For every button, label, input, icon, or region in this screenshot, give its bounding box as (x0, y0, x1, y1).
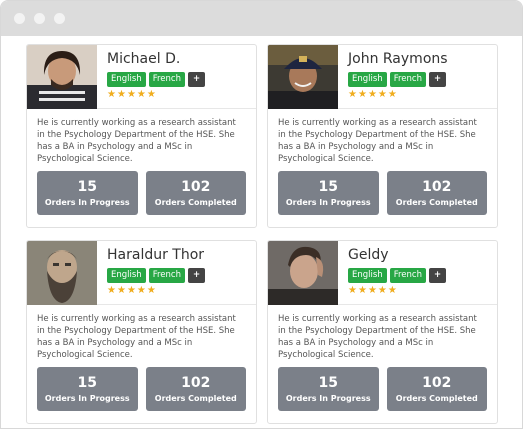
profile-header: Haraldur Thor English French + ★ ★ ★ ★ ★ (27, 241, 256, 305)
profile-name[interactable]: John Raymons (348, 51, 448, 68)
stat-value: 15 (318, 375, 338, 391)
star-icon: ★ (387, 285, 397, 296)
avatar[interactable] (268, 241, 338, 305)
more-languages-button[interactable]: + (428, 72, 447, 87)
profile-name[interactable]: Geldy (348, 247, 446, 264)
stat-label: Orders Completed (154, 198, 237, 207)
language-tags: English French + (348, 72, 448, 87)
stat-value: 102 (422, 179, 452, 195)
star-icon: ★ (377, 285, 387, 296)
profile-stats: 15 Orders In Progress 102 Orders Complet… (268, 165, 497, 215)
stat-value: 15 (77, 179, 97, 195)
avatar-photo (27, 241, 97, 305)
rating-stars: ★ ★ ★ ★ ★ (107, 90, 205, 100)
avatar-photo (27, 45, 97, 109)
language-tag[interactable]: English (107, 72, 146, 87)
stat-label: Orders In Progress (44, 394, 130, 403)
stat-value: 102 (181, 375, 211, 391)
window-control-dot[interactable] (34, 13, 45, 24)
star-icon: ★ (348, 89, 357, 100)
profile-description: He is currently working as a research as… (278, 118, 477, 164)
profile-header: Geldy English French + ★ ★ ★ ★ ★ (268, 241, 497, 305)
avatar-photo (268, 241, 338, 305)
window-control-dot[interactable] (14, 13, 25, 24)
star-icon: ★ (348, 285, 357, 296)
profile-header: Michael D. English French + ★ ★ ★ ★ ★ (27, 45, 256, 109)
star-icon: ★ (357, 285, 367, 296)
profile-card[interactable]: John Raymons English French + ★ ★ ★ ★ ★ (267, 44, 498, 228)
more-languages-button[interactable]: + (187, 72, 206, 87)
stat-value: 102 (422, 375, 452, 391)
star-icon: ★ (367, 285, 377, 296)
rating-stars: ★ ★ ★ ★ ★ (348, 90, 448, 100)
star-icon: ★ (357, 89, 367, 100)
stat-label: Orders In Progress (44, 198, 130, 207)
stat-label: Orders In Progress (285, 198, 371, 207)
language-tag[interactable]: English (348, 268, 387, 283)
rating-stars: ★ ★ ★ ★ ★ (107, 286, 205, 296)
star-icon: ★ (107, 285, 116, 296)
language-tags: English French + (107, 268, 206, 283)
profile-grid: Michael D. English French + ★ ★ ★ ★ ★ He… (26, 44, 498, 424)
language-tag[interactable]: French (389, 72, 426, 87)
window-control-dot[interactable] (54, 13, 65, 24)
orders-in-progress-stat[interactable]: 15 Orders In Progress (278, 171, 379, 215)
orders-completed-stat[interactable]: 102 Orders Completed (386, 171, 487, 215)
language-tag[interactable]: French (148, 72, 185, 87)
star-icon: ★ (116, 285, 126, 296)
profile-name[interactable]: Haraldur Thor (107, 247, 205, 264)
profile-header: John Raymons English French + ★ ★ ★ ★ ★ (268, 45, 497, 109)
language-tag[interactable]: English (348, 72, 387, 87)
star-icon: ★ (107, 89, 116, 100)
stat-label: Orders Completed (395, 198, 478, 207)
star-icon: ★ (146, 89, 156, 100)
star-icon: ★ (126, 89, 136, 100)
orders-in-progress-stat[interactable]: 15 Orders In Progress (37, 171, 138, 215)
language-tags: English French + (107, 72, 206, 87)
avatar-photo (268, 45, 338, 109)
profile-card[interactable]: Haraldur Thor English French + ★ ★ ★ ★ ★ (26, 240, 257, 424)
star-icon: ★ (146, 285, 156, 296)
language-tag[interactable]: English (107, 268, 146, 283)
window-titlebar (1, 1, 522, 36)
profile-stats: 15 Orders In Progress 102 Orders Complet… (27, 361, 256, 411)
orders-completed-stat[interactable]: 102 Orders Completed (145, 171, 246, 215)
profile-stats: 15 Orders In Progress 102 Orders Complet… (268, 361, 497, 411)
star-icon: ★ (367, 89, 377, 100)
stat-value: 102 (181, 179, 211, 195)
stat-value: 15 (318, 179, 338, 195)
profile-name[interactable]: Michael D. (107, 51, 205, 68)
more-languages-button[interactable]: + (428, 268, 447, 283)
star-icon: ★ (126, 285, 136, 296)
more-languages-button[interactable]: + (187, 268, 206, 283)
rating-stars: ★ ★ ★ ★ ★ (348, 286, 446, 296)
profile-card[interactable]: Geldy English French + ★ ★ ★ ★ ★ He is c… (267, 240, 498, 424)
stat-label: Orders In Progress (285, 394, 371, 403)
language-tags: English French + (348, 268, 447, 283)
profile-description: He is currently working as a research as… (37, 314, 236, 360)
star-icon: ★ (116, 89, 126, 100)
profile-description: He is currently working as a research as… (278, 314, 477, 360)
stat-value: 15 (77, 375, 97, 391)
language-tag[interactable]: French (148, 268, 185, 283)
browser-window: Michael D. English French + ★ ★ ★ ★ ★ He… (0, 0, 523, 429)
profile-card[interactable]: Michael D. English French + ★ ★ ★ ★ ★ He… (26, 44, 257, 228)
stat-label: Orders Completed (154, 394, 237, 403)
star-icon: ★ (136, 285, 146, 296)
avatar[interactable] (268, 45, 338, 109)
profile-description: He is currently working as a research as… (37, 118, 236, 164)
orders-in-progress-stat[interactable]: 15 Orders In Progress (278, 367, 379, 411)
language-tag[interactable]: French (389, 268, 426, 283)
avatar[interactable] (27, 45, 97, 109)
star-icon: ★ (387, 89, 397, 100)
orders-completed-stat[interactable]: 102 Orders Completed (145, 367, 246, 411)
orders-in-progress-stat[interactable]: 15 Orders In Progress (37, 367, 138, 411)
star-icon: ★ (136, 89, 146, 100)
avatar[interactable] (27, 241, 97, 305)
orders-completed-stat[interactable]: 102 Orders Completed (386, 367, 487, 411)
stat-label: Orders Completed (395, 394, 478, 403)
star-icon: ★ (377, 89, 387, 100)
profile-stats: 15 Orders In Progress 102 Orders Complet… (27, 165, 256, 215)
